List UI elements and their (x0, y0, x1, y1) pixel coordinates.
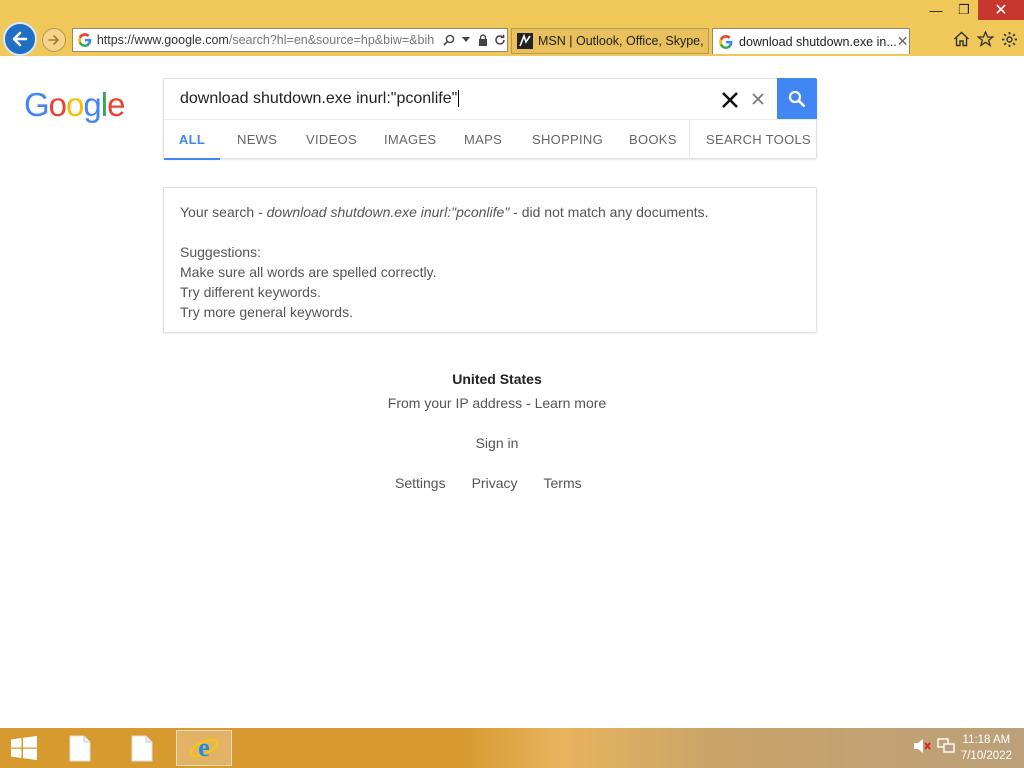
taskbar-internet-explorer[interactable]: e (176, 730, 232, 766)
document-icon (131, 735, 153, 761)
tab-videos[interactable]: VIDEOS (306, 120, 357, 158)
refresh-icon[interactable] (493, 32, 507, 48)
tab-msn[interactable]: MSN | Outlook, Office, Skype, ... (511, 28, 709, 54)
window-controls: — ❐ ✕ (922, 0, 1024, 20)
no-results-card: Your search - download shutdown.exe inur… (163, 187, 817, 333)
windows-start-icon[interactable] (10, 736, 38, 760)
search-button[interactable] (777, 78, 817, 119)
suggestion-item: Make sure all words are spelled correctl… (180, 264, 437, 280)
taskbar-file-1[interactable] (62, 730, 98, 766)
no-results-message: Your search - download shutdown.exe inur… (180, 204, 709, 220)
arrow-right-icon (48, 35, 60, 45)
logo-letter: G (24, 86, 50, 123)
sign-in-link[interactable]: Sign in (163, 435, 831, 451)
tab-all[interactable]: ALL (164, 120, 220, 160)
footer-country: United States (452, 371, 542, 387)
ip-address-text: From your IP address (387, 395, 523, 411)
back-button[interactable] (3, 22, 37, 56)
svg-text:e: e (198, 733, 210, 762)
suggestions-title: Suggestions: (180, 244, 261, 260)
arrow-left-icon (12, 31, 28, 47)
search-input[interactable]: download shutdown.exe inurl:"pconlife" (164, 79, 776, 119)
footer-links: Settings Privacy Terms (395, 475, 608, 491)
tab-images[interactable]: IMAGES (384, 120, 436, 158)
terms-link[interactable]: Terms (544, 475, 582, 491)
google-favicon-icon (78, 33, 92, 47)
footer-location: From your IP address - Learn more (387, 395, 607, 411)
google-favicon-icon (719, 34, 733, 49)
clock-date: 7/10/2022 (960, 750, 1012, 762)
logo-letter: g (83, 86, 101, 123)
search-tools-button[interactable]: SEARCH TOOLS (706, 120, 811, 158)
divider (689, 120, 690, 159)
suggestion-item: Try different keywords. (180, 284, 321, 300)
close-icon[interactable] (720, 90, 740, 110)
internet-explorer-icon: e (189, 733, 219, 762)
forward-button[interactable] (42, 28, 66, 52)
tab-news[interactable]: NEWS (237, 120, 277, 158)
clock-time: 11:18 AM (962, 734, 1011, 746)
tab-title: MSN | Outlook, Office, Skype, ... (538, 34, 709, 48)
tab-shopping[interactable]: SHOPPING (532, 120, 603, 158)
address-bar[interactable]: https://www.google.com/search?hl=en&sour… (72, 28, 508, 52)
clock[interactable]: 11:18 AM 7/10/2022 (961, 732, 1012, 764)
minimize-button[interactable]: — (922, 0, 950, 20)
close-tab-icon[interactable]: ✕ (897, 33, 909, 50)
network-icon[interactable] (937, 737, 955, 759)
logo-letter: e (107, 86, 125, 123)
clear-search-icon[interactable] (751, 92, 765, 106)
msn-favicon-icon (517, 33, 533, 49)
tab-google-search[interactable]: download shutdown.exe in... ✕ (712, 28, 910, 54)
url-text: https://www.google.com/search?hl=en&sour… (96, 33, 435, 47)
magnifier-icon (788, 90, 806, 107)
taskbar: e 11:18 AM 7/10/2022 (0, 728, 1024, 768)
privacy-link[interactable]: Privacy (472, 475, 518, 491)
dropdown-arrow-icon[interactable] (459, 32, 473, 48)
search-box: download shutdown.exe inurl:"pconlife" A… (163, 78, 817, 160)
gear-icon[interactable] (1000, 30, 1018, 48)
taskbar-file-2[interactable] (124, 730, 160, 766)
favorites-star-icon[interactable] (976, 30, 994, 48)
tab-books[interactable]: BOOKS (629, 120, 677, 158)
document-icon (69, 735, 91, 761)
search-query: download shutdown.exe inurl:"pconlife" (180, 90, 460, 108)
restore-button[interactable]: ❐ (950, 0, 978, 20)
logo-letter: o (48, 86, 67, 123)
google-logo[interactable]: Google (24, 86, 125, 124)
browser-toolbar (952, 30, 1018, 48)
tab-maps[interactable]: MAPS (464, 120, 502, 158)
close-window-button[interactable]: ✕ (978, 0, 1024, 20)
browser-chrome: — ❐ ✕ https://www.google.com/search?hl=e… (0, 0, 1024, 56)
speaker-muted-icon[interactable] (913, 738, 931, 759)
settings-link[interactable]: Settings (395, 475, 446, 491)
learn-more-link[interactable]: Learn more (535, 395, 607, 411)
system-tray: 11:18 AM 7/10/2022 (913, 732, 1012, 764)
search-icon[interactable] (442, 32, 456, 48)
lock-icon[interactable] (476, 32, 490, 48)
logo-letter: o (66, 86, 84, 123)
tab-title: download shutdown.exe in... (739, 34, 897, 49)
home-icon[interactable] (952, 30, 970, 48)
suggestion-item: Try more general keywords. (180, 304, 353, 320)
search-tabs: ALL NEWS VIDEOS IMAGES MAPS SHOPPING BOO… (164, 119, 816, 160)
